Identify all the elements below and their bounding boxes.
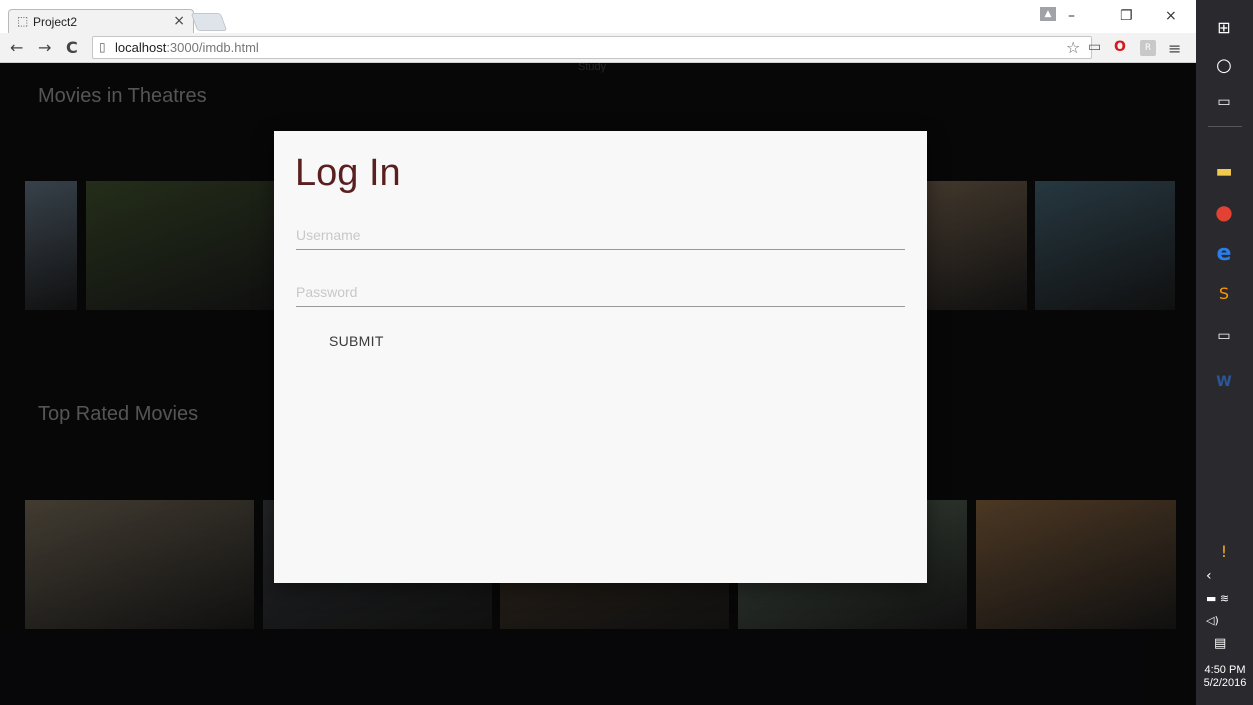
tab-strip: ⬚ Project2 × ▲ – ❐ × bbox=[0, 0, 1196, 33]
restore-button[interactable]: ❐ bbox=[1120, 8, 1133, 24]
url-host: localhost bbox=[115, 40, 167, 55]
username-input[interactable] bbox=[296, 216, 905, 249]
submit-button[interactable]: SUBMIT bbox=[310, 326, 400, 356]
tab-project2[interactable]: ⬚ Project2 × bbox=[8, 9, 194, 33]
edge-icon[interactable]: e bbox=[1210, 240, 1238, 268]
chevron-left-icon[interactable]: ‹ bbox=[1206, 568, 1212, 584]
password-input[interactable] bbox=[296, 273, 905, 306]
battery-wifi-icon[interactable]: ▬ ≋ bbox=[1206, 592, 1229, 605]
action-center-icon[interactable]: ▤ bbox=[1214, 636, 1226, 651]
page-icon: ▯ bbox=[99, 40, 106, 54]
reload-button[interactable]: C bbox=[66, 38, 78, 57]
password-field bbox=[296, 273, 905, 307]
login-title: Log In bbox=[295, 152, 401, 194]
windows-icon[interactable]: ⊞ bbox=[1210, 14, 1238, 42]
tab-title: Project2 bbox=[33, 15, 78, 29]
file-explorer-icon[interactable]: ▬ bbox=[1210, 158, 1238, 186]
tab-close-icon[interactable]: × bbox=[173, 13, 185, 29]
system-clock[interactable]: 4:50 PM 5/2/2016 bbox=[1198, 664, 1252, 690]
clock-date: 5/2/2016 bbox=[1203, 677, 1247, 689]
task-view-icon[interactable]: ▭ bbox=[1210, 88, 1238, 116]
back-button[interactable]: ← bbox=[10, 38, 23, 57]
page-content: Study Movies in Theatres Top Rated Movie… bbox=[0, 63, 1196, 705]
chrome-icon[interactable]: ● bbox=[1210, 198, 1238, 226]
close-window-button[interactable]: × bbox=[1165, 8, 1177, 24]
browser-menu-icon[interactable]: ≡ bbox=[1168, 39, 1181, 58]
url-text: localhost:3000/imdb.html bbox=[115, 40, 259, 55]
cortana-icon[interactable]: ○ bbox=[1210, 52, 1238, 80]
notification-badge-icon[interactable]: ! bbox=[1210, 538, 1238, 566]
volume-icon[interactable]: ◁) bbox=[1206, 614, 1219, 627]
windows-taskbar: ⊞ ○ ▭ ▬ ● e S ▭ W ! ‹ ▬ ≋ ◁) ▤ 4:50 PM 5… bbox=[1196, 0, 1253, 705]
username-field bbox=[296, 216, 905, 250]
page-icon: ⬚ bbox=[17, 14, 29, 28]
opera-extension-icon[interactable]: O bbox=[1114, 39, 1126, 55]
extension-icon[interactable]: R bbox=[1140, 40, 1156, 56]
address-bar[interactable]: ▯ localhost:3000/imdb.html bbox=[92, 36, 1092, 59]
profile-icon[interactable]: ▲ bbox=[1040, 7, 1056, 21]
taskbar-divider bbox=[1208, 126, 1242, 127]
bookmark-star-icon[interactable]: ☆ bbox=[1066, 38, 1080, 57]
browser-toolbar: ← → C ▯ localhost:3000/imdb.html ☆ ▭ O R… bbox=[0, 33, 1196, 63]
minimize-button[interactable]: – bbox=[1068, 8, 1075, 24]
clock-time: 4:50 PM bbox=[1204, 664, 1246, 676]
forward-button[interactable]: → bbox=[38, 38, 51, 57]
browser-chrome: ⬚ Project2 × ▲ – ❐ × ← → C ▯ localhost:3… bbox=[0, 0, 1196, 63]
new-tab-button[interactable] bbox=[190, 13, 228, 31]
url-path: :3000/imdb.html bbox=[166, 40, 259, 55]
login-modal: Log In SUBMIT bbox=[274, 131, 927, 583]
sublime-icon[interactable]: S bbox=[1210, 280, 1238, 308]
cast-icon[interactable]: ▭ bbox=[1088, 39, 1101, 55]
terminal-icon[interactable]: ▭ bbox=[1210, 322, 1238, 350]
word-icon[interactable]: W bbox=[1210, 368, 1238, 396]
